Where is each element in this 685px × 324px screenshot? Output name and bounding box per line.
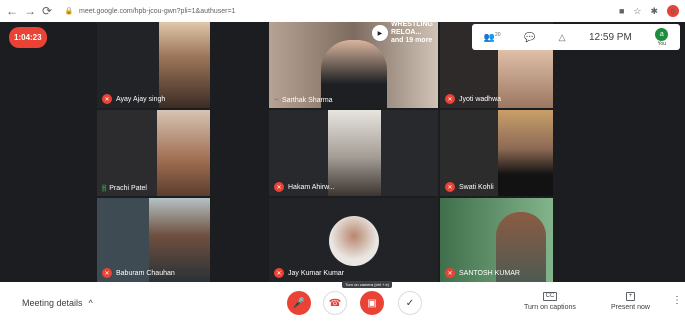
mic-off-icon: ✕ [445, 268, 455, 278]
participant-tile[interactable]: ✕ Swati Kohli [440, 110, 553, 196]
present-icon: + [625, 292, 636, 301]
captions-button[interactable]: CC Turn on captions [524, 292, 576, 311]
participant-tile[interactable]: ✕ SANTOSH KUMAR [440, 198, 553, 282]
activities-icon[interactable]: △ [559, 32, 566, 43]
back-arrow-icon[interactable]: ← [6, 5, 18, 17]
present-now-button[interactable]: + Present now [611, 292, 650, 311]
participant-name: Ayay Ajay singh [116, 95, 166, 103]
mic-off-icon: 🎤 [292, 297, 306, 309]
participant-tile[interactable]: ✕ Baburam Chauhan [97, 198, 210, 282]
participant-video [157, 110, 210, 196]
browser-toolbar: ← → ⟳ 🔒 meet.google.com/hpb-jcou-gwn?pli… [0, 0, 685, 22]
participant-name: Swati Kohli [459, 183, 494, 191]
meeting-timer: 1:04:23 [9, 27, 47, 48]
participant-name: Prachi Patel [109, 185, 147, 192]
mic-on-icon: |·| [102, 185, 106, 192]
chat-icon[interactable]: 💬 [524, 32, 535, 43]
raise-hand-button[interactable]: ✓ [398, 291, 422, 315]
participant-name: Jyoti wadhwa [459, 95, 502, 103]
mic-off-icon: ✕ [445, 182, 455, 192]
participant-tile[interactable]: ✕ Ayay Ajay singh [97, 22, 210, 108]
forward-arrow-icon[interactable]: → [24, 5, 36, 17]
mic-off-icon: ✕ [445, 94, 455, 104]
presentation-icon: ▶ [372, 25, 388, 41]
camera-tooltip: Turn on camera (ctrl + e) [342, 281, 392, 288]
reload-icon[interactable]: ⟳ [42, 5, 52, 17]
participant-name: Hakam Ahirw... [288, 183, 335, 191]
mic-off-icon: ✕ [274, 182, 284, 192]
self-avatar[interactable]: a You [655, 27, 669, 47]
profile-avatar[interactable]: e [667, 5, 679, 17]
lock-icon: 🔒 [64, 7, 74, 15]
participant-name: SANTOSH KUMAR [459, 269, 520, 277]
top-info-bar: 👥20 💬 △ 12:59 PM a You [472, 24, 680, 50]
self-avatar-letter: a [655, 27, 669, 41]
participant-video [498, 110, 553, 196]
captions-label: Turn on captions [524, 304, 576, 311]
participant-video [498, 44, 553, 108]
clock: 12:59 PM [589, 31, 632, 43]
meeting-controls: Meeting details ^ 🎤 ☎ ▣ ✓ CC Turn on cap… [0, 282, 685, 324]
participant-avatar [329, 216, 379, 266]
meeting-details-label: Meeting details [22, 298, 83, 308]
chevron-up-icon: ^ [88, 298, 93, 308]
participants-count: 20 [494, 31, 501, 38]
mic-off-button[interactable]: 🎤 [287, 291, 311, 315]
checkmark-icon: ✓ [405, 297, 415, 309]
camera-off-button[interactable]: ▣ [360, 291, 384, 315]
presentation-indicator[interactable]: ▶ WRESTLING RELOA... and 19 more [372, 22, 465, 44]
presentation-subtitle: and 19 more [390, 36, 433, 44]
mic-off-icon: ✕ [102, 268, 112, 278]
self-label: You [657, 40, 666, 47]
participant-tile[interactable]: ✕ Jay Kumar Kumar [269, 198, 438, 282]
participant-tile[interactable]: |·| Prachi Patel [97, 110, 210, 196]
participant-name: Baburam Chauhan [116, 269, 175, 277]
participant-name: Jay Kumar Kumar [288, 269, 345, 277]
mic-off-icon: ✕ [274, 268, 284, 278]
participant-name: Sarthak Sharma [282, 97, 333, 104]
participant-tile[interactable]: ✕ Hakam Ahirw... [269, 110, 438, 196]
mic-off-icon: ✕ [102, 94, 112, 104]
hangup-icon: ☎ [328, 297, 342, 309]
address-bar[interactable]: 🔒 meet.google.com/hpb-jcou-gwn?pli=1&aut… [60, 3, 611, 19]
camera-icon[interactable]: ■ [619, 6, 624, 16]
meeting-details-button[interactable]: Meeting details ^ [22, 298, 93, 308]
captions-icon: CC [542, 292, 558, 301]
presentation-title: WRESTLING RELOA... [390, 22, 433, 37]
mic-on-icon: ··· [274, 97, 279, 104]
browser-actions: ■ ☆ ✱ e [619, 5, 679, 17]
camera-off-icon: ▣ [367, 297, 377, 309]
star-icon[interactable]: ☆ [633, 6, 641, 17]
participants-icon[interactable]: 👥20 [484, 32, 501, 43]
puzzle-icon[interactable]: ✱ [650, 6, 658, 17]
more-options-icon[interactable]: ⋮ [672, 295, 682, 306]
participant-video [328, 110, 381, 196]
present-label: Present now [611, 304, 650, 311]
meeting-stage: 1:04:23 👥20 💬 △ 12:59 PM a You ✕ Ayay Aja… [0, 22, 685, 282]
participant-video [159, 22, 210, 108]
leave-call-button[interactable]: ☎ [323, 291, 347, 315]
url-text: meet.google.com/hpb-jcou-gwn?pli=1&authu… [79, 7, 236, 15]
